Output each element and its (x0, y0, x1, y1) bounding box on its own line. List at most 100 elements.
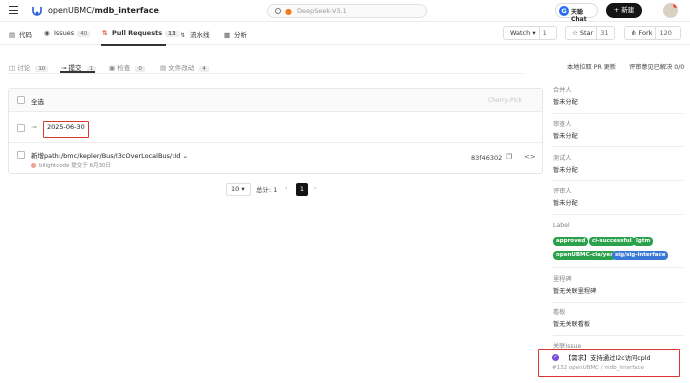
subtab-checks-label: 检查 (117, 64, 131, 72)
watch-button[interactable]: Watch ▾ 1 (503, 26, 557, 40)
divider (553, 146, 683, 147)
notification-dot (673, 3, 678, 8)
tab-issues[interactable]: ◉ Issues 40 (44, 29, 91, 37)
issue-title[interactable]: 【需求】支持通过I2c访问cpld (565, 353, 651, 362)
fork-icon: ⋔ (631, 29, 637, 37)
current-page[interactable]: 1 (296, 183, 308, 196)
evaluator-label: 评审人 (553, 188, 572, 195)
subtab-files[interactable]: ▤ 文件改动 4 (160, 62, 209, 72)
tab-analysis[interactable]: ▩ 分析 (224, 29, 247, 39)
next-page-icon[interactable]: › (314, 184, 317, 192)
star-label: Star (579, 29, 594, 37)
ai-chat-icon: G (559, 6, 569, 16)
pipeline-icon: ↯ (180, 31, 186, 39)
repo-path[interactable]: openUBMC/mdb_interface (48, 6, 159, 15)
milestone-label: 里程碑 (553, 276, 572, 283)
commits-panel: 全选 Cherry-Pick ⊸ 2025-06-30 新增path:/bmc/… (8, 88, 543, 174)
repo-nav: ▤ 代码 ◉ Issues 40 ⇅ Pull Requests 13 ↯ 流水线 ▩ 分析 … (0, 22, 690, 45)
active-tab-indicator (101, 44, 166, 46)
divider (553, 113, 683, 114)
author-avatar (31, 162, 36, 168)
tab-pipelines-label: 流水线 (190, 31, 210, 39)
divider (553, 267, 683, 268)
search-input[interactable]: ● DeepSeek-V3.1 (267, 4, 427, 18)
new-button[interactable]: + 新建 (606, 3, 642, 18)
check-icon: ▣ (109, 64, 116, 72)
label-lgtm[interactable]: lgtm (633, 237, 654, 246)
reviewer-label: 审查人 (553, 121, 572, 128)
subtab-files-label: 文件改动 (168, 64, 195, 72)
tab-analysis-label: 分析 (234, 31, 247, 39)
prev-page-icon[interactable]: ‹ (285, 184, 288, 192)
subtab-discussion[interactable]: ◫ 讨论 10 (9, 62, 49, 72)
code-icon: ▤ (9, 31, 16, 39)
copy-icon[interactable]: ❐ (506, 153, 512, 161)
tab-issues-label: Issues (54, 29, 75, 37)
subtab-checks[interactable]: ▣ 检查 0 (109, 62, 145, 72)
cherry-pick-button[interactable]: Cherry-Pick (488, 97, 522, 104)
pr-count: 13 (165, 31, 179, 37)
tab-code[interactable]: ▤ 代码 (9, 29, 32, 39)
highlight-box (43, 121, 89, 138)
divider (553, 302, 683, 303)
date-group-checkbox[interactable] (17, 124, 25, 132)
label-approved[interactable]: approved (553, 237, 589, 246)
select-all-row: 全选 Cherry-Pick (9, 89, 542, 112)
divider (553, 214, 683, 215)
repo-name[interactable]: mdb_interface (95, 6, 159, 15)
reviewer-value[interactable]: 暂未分配 (553, 131, 578, 140)
tab-pr-label: Pull Requests (112, 29, 163, 37)
star-button[interactable]: ☆ Star 31 (565, 26, 615, 40)
commit-date: 提交于 6月30日 (71, 163, 111, 169)
fork-button[interactable]: ⋔ Fork 120 (624, 26, 681, 40)
search-icon (275, 8, 281, 14)
fork-count: 120 (655, 27, 674, 39)
logo-icon[interactable] (31, 4, 43, 16)
search-placeholder: DeepSeek-V3.1 (297, 7, 347, 15)
discussion-count: 10 (35, 66, 49, 72)
page-size-value: 10 (231, 185, 240, 193)
label-sig-interface[interactable]: sig/sig-interface (612, 251, 669, 260)
star-count: 31 (596, 27, 611, 39)
related-issue-card[interactable]: ✓ 【需求】支持通过I2c访问cpld #132 openUBMC / mdb_… (538, 349, 680, 377)
tab-pipelines[interactable]: ↯ 流水线 (180, 29, 210, 39)
chevron-down-icon[interactable]: ⌄ (182, 152, 187, 160)
select-all-label: 全选 (31, 98, 44, 106)
local-pull-link[interactable]: 本地拉取 PR 更新 (567, 62, 616, 71)
commit-message-text: 新增path:/bmc/kepler/Bus/I3cOverLocalBus/:… (31, 152, 181, 160)
commit-sha[interactable]: 83f46302 (471, 154, 502, 162)
browse-code-icon[interactable]: <> (524, 153, 536, 161)
commit-meta: bilightcode 提交于 6月30日 (31, 161, 111, 169)
resolved-status[interactable]: 评审意见已解决 0/0 (629, 62, 684, 71)
commit-checkbox[interactable] (17, 151, 25, 159)
fork-label: Fork (638, 29, 653, 37)
board-value[interactable]: 暂无关联看板 (553, 319, 590, 328)
menu-icon[interactable] (9, 6, 18, 14)
select-all-checkbox[interactable] (17, 96, 25, 104)
checks-count: 0 (135, 66, 145, 72)
divider (553, 180, 683, 181)
issues-count: 40 (77, 31, 91, 37)
label-cla-yes[interactable]: openUBMC-cla/yes (553, 251, 617, 260)
tab-pull-requests[interactable]: ⇅ Pull Requests 13 (102, 29, 179, 37)
commit-author[interactable]: bilightcode (39, 163, 69, 169)
avatar[interactable] (663, 3, 678, 18)
page-size-select[interactable]: 10 ▾ (226, 183, 251, 196)
assignee-value[interactable]: 暂未分配 (553, 97, 578, 106)
watch-label: Watch (510, 29, 531, 37)
assignee-label: 合并人 (553, 87, 572, 94)
issue-meta: #132 openUBMC / mdb_interface (552, 365, 644, 371)
watch-count: 1 (538, 27, 550, 39)
commit-message[interactable]: 新增path:/bmc/kepler/Bus/I3cOverLocalBus/:… (31, 150, 188, 160)
divider (8, 73, 523, 74)
ai-chat-label: 天聪 Chat (571, 9, 587, 23)
files-count: 4 (199, 66, 209, 72)
ai-chat-button[interactable]: G 天聪 Chat (555, 3, 598, 23)
label-ci-successful[interactable]: ci-successful (589, 237, 635, 246)
tester-label: 测试人 (553, 155, 572, 162)
org-name[interactable]: openUBMC/ (48, 6, 95, 15)
resolved-label: 评审意见已解决 (629, 64, 673, 71)
tester-value[interactable]: 暂未分配 (553, 165, 578, 174)
evaluator-value[interactable]: 暂未分配 (553, 198, 578, 207)
milestone-value[interactable]: 暂无关联里程碑 (553, 286, 596, 295)
